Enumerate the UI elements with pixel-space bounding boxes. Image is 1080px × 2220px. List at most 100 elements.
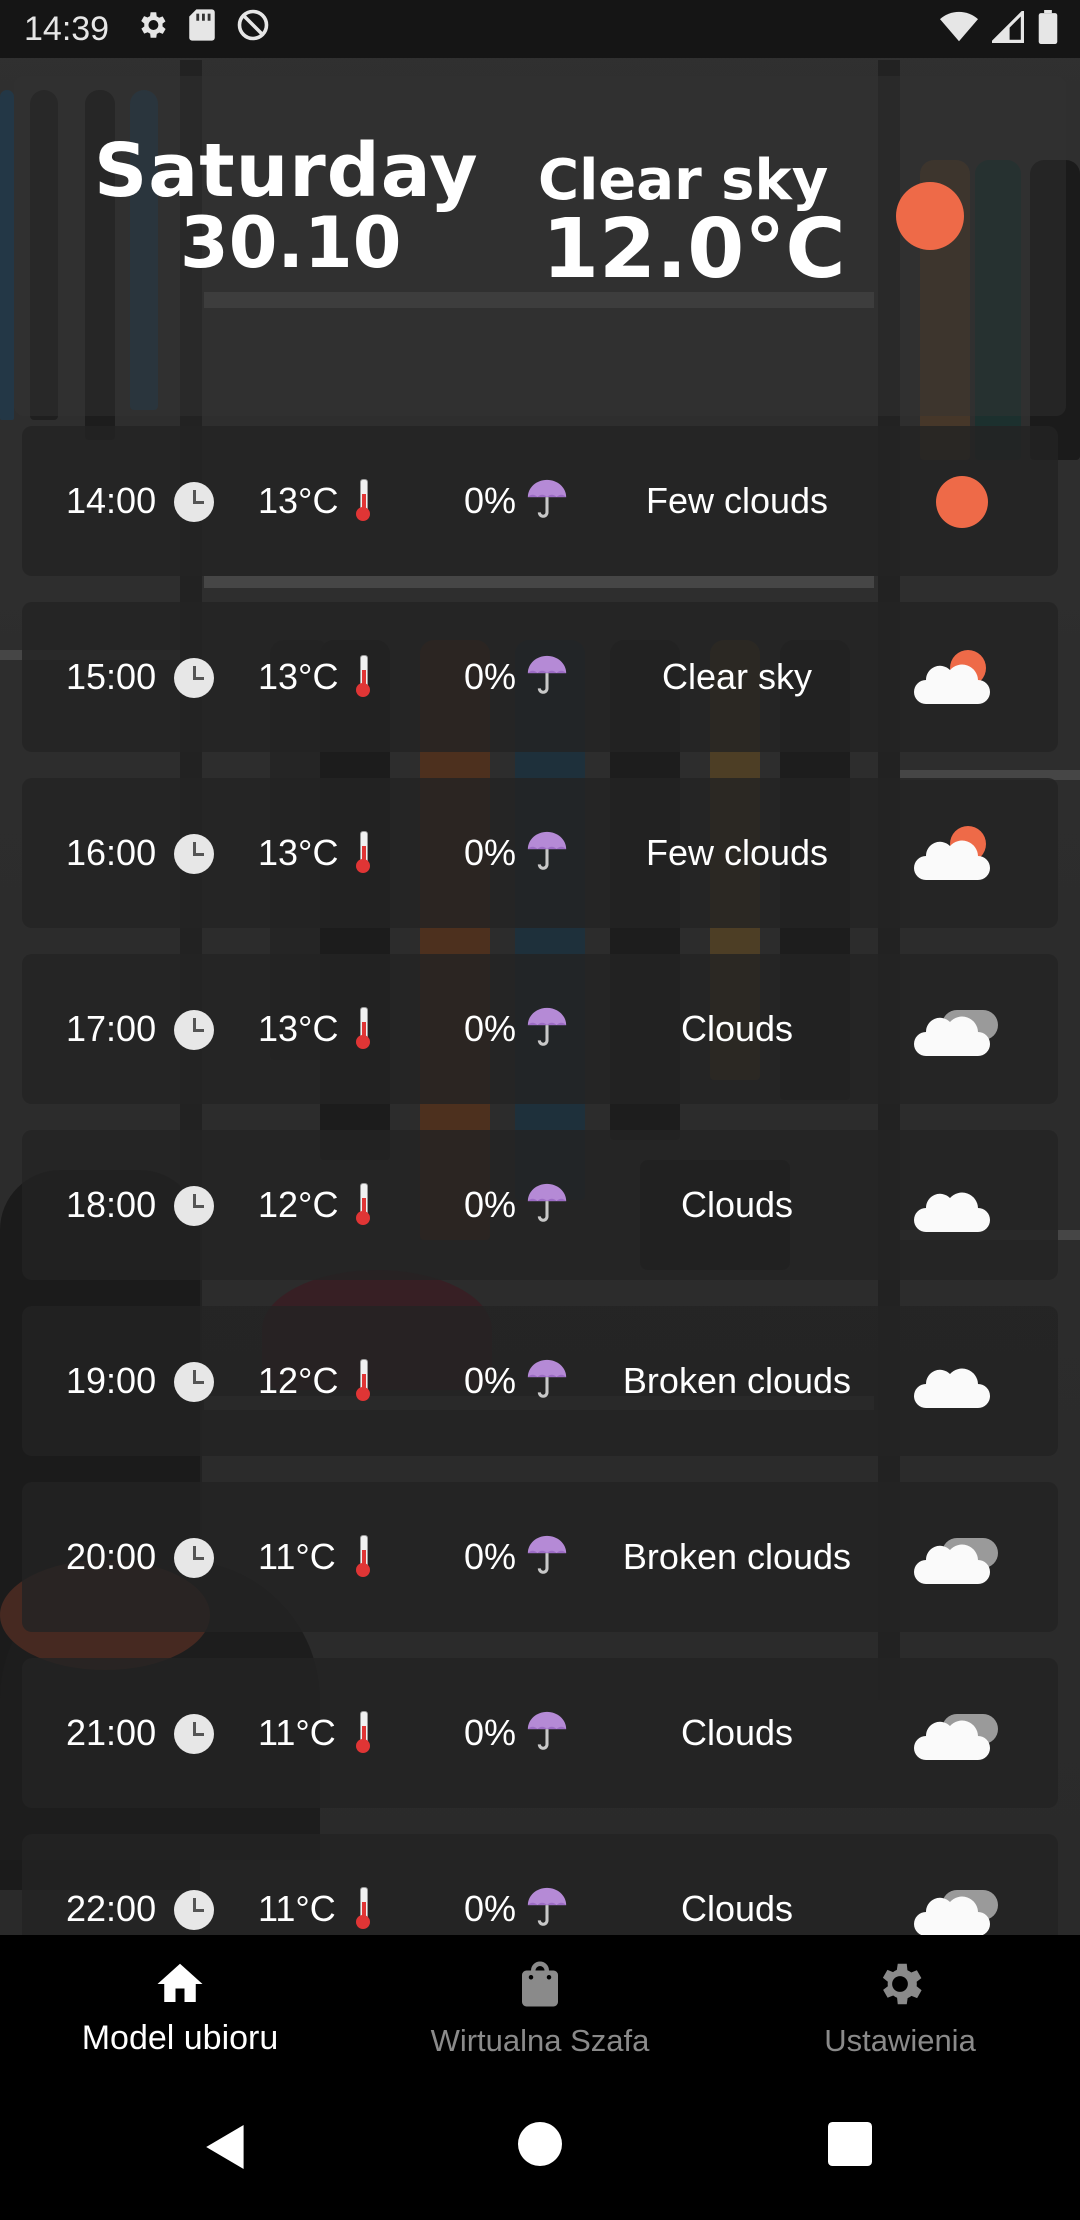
hourly-row[interactable]: 17:00 13°C 0% Clouds	[22, 954, 1058, 1104]
thermometer-icon	[356, 1535, 370, 1577]
clock-icon	[174, 1714, 214, 1754]
clock-icon	[174, 1890, 214, 1930]
hour-label: 16:00	[66, 832, 157, 873]
thermometer-icon	[356, 1183, 370, 1225]
home-circle-icon[interactable]	[518, 2122, 562, 2171]
tab-model-ubioru[interactable]: Model ubioru	[0, 1935, 360, 2075]
hour-temperature: 13°C	[258, 832, 339, 873]
clock-icon	[174, 1362, 214, 1402]
tab-label: Wirtualna Szafa	[430, 2023, 650, 2058]
clock-icon	[174, 1010, 214, 1050]
hour-temperature: 13°C	[258, 480, 339, 521]
thermometer-icon	[356, 1711, 370, 1753]
hour-label: 18:00	[66, 1184, 157, 1225]
home-icon	[153, 1957, 207, 2011]
recents-square-icon[interactable]	[828, 2122, 872, 2171]
sun-icon	[912, 472, 1002, 532]
sun-icon	[896, 182, 964, 250]
thermometer-icon	[356, 1359, 370, 1401]
hour-label: 20:00	[66, 1536, 157, 1577]
tab-label: Ustawienia	[824, 2023, 976, 2058]
hourly-row[interactable]: 21:00 11°C 0% Clouds	[22, 1658, 1058, 1808]
rain-chance: 0%	[464, 1712, 517, 1753]
bottom-navigation: Model ubioru Wirtualna Szafa Ustawienia	[0, 1935, 1080, 2075]
hour-label: 21:00	[66, 1712, 157, 1753]
rain-chance: 0%	[464, 1008, 517, 1049]
wifi-icon	[940, 11, 978, 48]
tab-label: Model ubioru	[81, 2019, 279, 2057]
shopping-bag-icon	[513, 1957, 567, 2011]
hourly-row[interactable]: 14:00 13°C 0% Few clouds	[22, 426, 1058, 576]
umbrella-icon	[524, 1356, 570, 1402]
umbrella-icon	[524, 1004, 570, 1050]
rain-chance: 0%	[464, 1360, 517, 1401]
cloud-icon	[912, 1528, 1002, 1588]
rain-chance: 0%	[464, 1888, 517, 1929]
date-label: 30.10	[180, 202, 402, 284]
thermometer-icon	[356, 479, 370, 521]
hour-condition: Few clouds	[645, 480, 829, 521]
back-icon[interactable]	[204, 2122, 248, 2177]
hour-condition: Clouds	[680, 1712, 794, 1753]
clock-icon	[174, 834, 214, 874]
hour-temperature: 13°C	[258, 656, 339, 697]
hour-condition: Clouds	[680, 1008, 794, 1049]
clock-icon	[174, 1538, 214, 1578]
sd-card-icon	[187, 8, 217, 50]
umbrella-icon	[524, 1532, 570, 1578]
cloud-icon	[912, 1000, 1002, 1060]
hourly-row[interactable]: 20:00 11°C 0% Broken clouds	[22, 1482, 1058, 1632]
hour-condition: Clouds	[680, 1184, 794, 1225]
hour-temperature: 11°C	[258, 1712, 336, 1753]
umbrella-icon	[524, 1884, 570, 1930]
thermometer-icon	[356, 655, 370, 697]
rain-chance: 0%	[464, 832, 517, 873]
hour-label: 19:00	[66, 1360, 157, 1401]
hourly-row[interactable]: 15:00 13°C 0% Clear sky	[22, 602, 1058, 752]
thermometer-icon	[356, 1007, 370, 1049]
status-time: 14:39	[24, 9, 110, 48]
umbrella-icon	[524, 1180, 570, 1226]
hour-label: 15:00	[66, 656, 157, 697]
gear-icon	[135, 8, 169, 50]
clock-icon	[174, 658, 214, 698]
cloud-icon	[912, 1704, 1002, 1764]
hour-condition: Clear sky	[661, 656, 813, 697]
hourly-row[interactable]: 16:00 13°C 0% Few clouds	[22, 778, 1058, 928]
rain-chance: 0%	[464, 1536, 517, 1577]
system-navigation-bar	[0, 2075, 1080, 2220]
cell-signal-icon	[989, 8, 1024, 48]
hour-temperature: 13°C	[258, 1008, 339, 1049]
battery-icon	[1038, 9, 1058, 49]
hour-label: 14:00	[66, 480, 157, 521]
cloud-icon	[912, 1352, 1002, 1412]
hour-label: 22:00	[66, 1888, 157, 1929]
hourly-row[interactable]: 19:00 12°C 0% Broken clouds	[22, 1306, 1058, 1456]
hour-temperature: 11°C	[258, 1536, 336, 1577]
rain-chance: 0%	[464, 656, 517, 697]
rain-chance: 0%	[464, 480, 517, 521]
clock-icon	[174, 1186, 214, 1226]
hour-temperature: 11°C	[258, 1888, 336, 1929]
hourly-row[interactable]: 18:00 12°C 0% Clouds	[22, 1130, 1058, 1280]
umbrella-icon	[524, 476, 570, 522]
umbrella-icon	[524, 1708, 570, 1754]
hour-temperature: 12°C	[258, 1184, 339, 1225]
umbrella-icon	[524, 828, 570, 874]
hour-condition: Clouds	[680, 1888, 794, 1929]
tab-ustawienia[interactable]: Ustawienia	[720, 1935, 1080, 2075]
clock-icon	[174, 482, 214, 522]
tab-wirtualna-szafa[interactable]: Wirtualna Szafa	[360, 1935, 720, 2075]
status-bar: 14:39	[0, 0, 1080, 58]
gear-icon	[873, 1957, 927, 2011]
thermometer-icon	[356, 1887, 370, 1929]
partly-cloudy-icon	[912, 824, 1002, 884]
current-weather-header: Saturday 30.10 Clear sky 12.0°C	[14, 76, 1066, 416]
hour-temperature: 12°C	[258, 1360, 339, 1401]
sync-off-icon	[235, 7, 271, 51]
rain-chance: 0%	[464, 1184, 517, 1225]
thermometer-icon	[356, 831, 370, 873]
hour-condition: Broken clouds	[622, 1536, 852, 1577]
hour-label: 17:00	[66, 1008, 157, 1049]
cloud-icon	[912, 1880, 1002, 1940]
